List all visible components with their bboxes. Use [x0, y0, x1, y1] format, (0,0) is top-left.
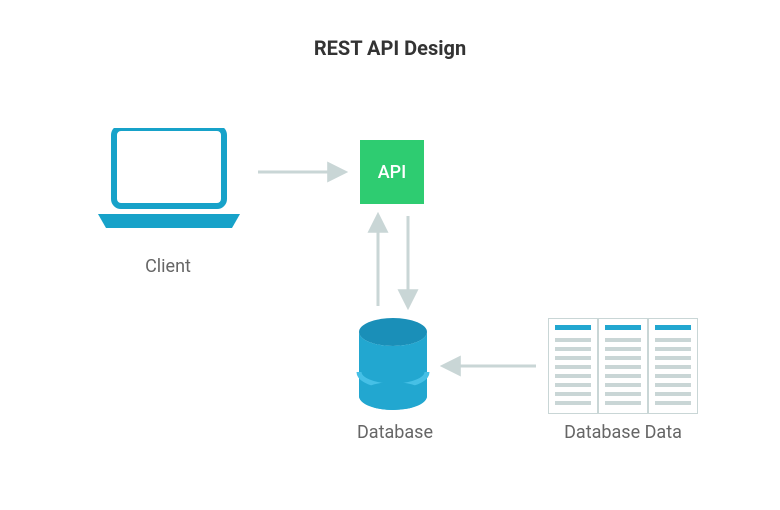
- client-laptop-icon: [94, 128, 244, 232]
- api-box: API: [360, 140, 424, 204]
- database-data-label: Database Data: [548, 422, 698, 443]
- database-icon: [356, 318, 430, 410]
- client-label: Client: [98, 256, 238, 277]
- database-data-icon: [548, 318, 698, 414]
- database-label: Database: [340, 422, 450, 443]
- diagram-title: REST API Design: [314, 36, 466, 60]
- api-label: API: [378, 162, 407, 183]
